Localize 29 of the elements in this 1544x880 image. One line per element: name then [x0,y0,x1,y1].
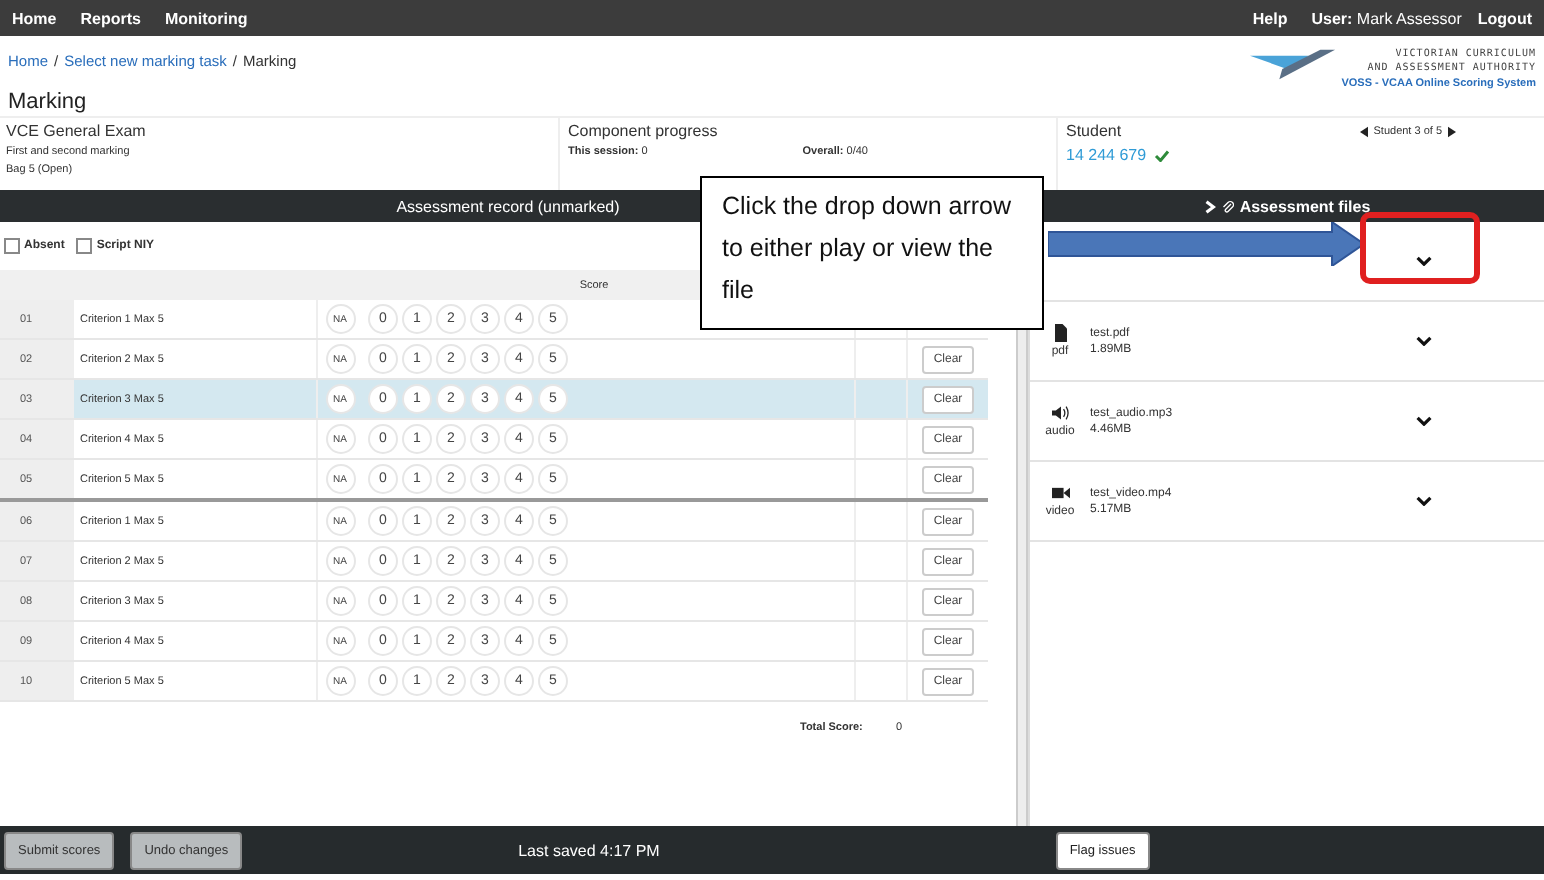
previous-icon[interactable] [1359,125,1368,137]
video-camera-icon [1051,484,1069,502]
logout-link[interactable]: Logout [1477,9,1532,27]
highlight-box [1360,212,1480,284]
progress-title: Component progress [568,122,720,140]
chevron-down-icon[interactable] [1416,496,1432,506]
chevron-down-icon[interactable] [1416,256,1432,266]
instruction-tooltip: Click the drop down arrow to either play or view the file [700,176,1044,330]
section-title: Assessment record (unmarked) [396,197,620,215]
nav-link[interactable]: Monitoring [164,9,248,27]
nav-link[interactable]: Home [12,9,57,27]
checkbox[interactable] [4,238,20,254]
user-label: User: Mark Assessor [1311,9,1462,27]
chevron-down-icon[interactable] [1416,416,1432,426]
next-icon[interactable] [1448,125,1456,137]
paperclip-icon [1221,199,1234,213]
checkbox[interactable] [76,238,93,254]
page-title: Marking [8,90,89,114]
speaker-icon [1051,404,1069,422]
chevron-down-icon[interactable] [1416,336,1432,346]
files-header-link[interactable]: Assessment files [1239,197,1371,215]
chevron-right-icon[interactable] [1203,199,1216,213]
exam-title: VCE General Exam [6,122,148,140]
last-saved-status: Last saved 4:17 PM [518,841,660,859]
help-link[interactable]: Help [1252,9,1288,27]
nav-link[interactable]: Reports [80,9,141,27]
logo-icon [1249,48,1338,84]
student-title: Student [1066,122,1122,140]
document-icon [1051,324,1069,342]
